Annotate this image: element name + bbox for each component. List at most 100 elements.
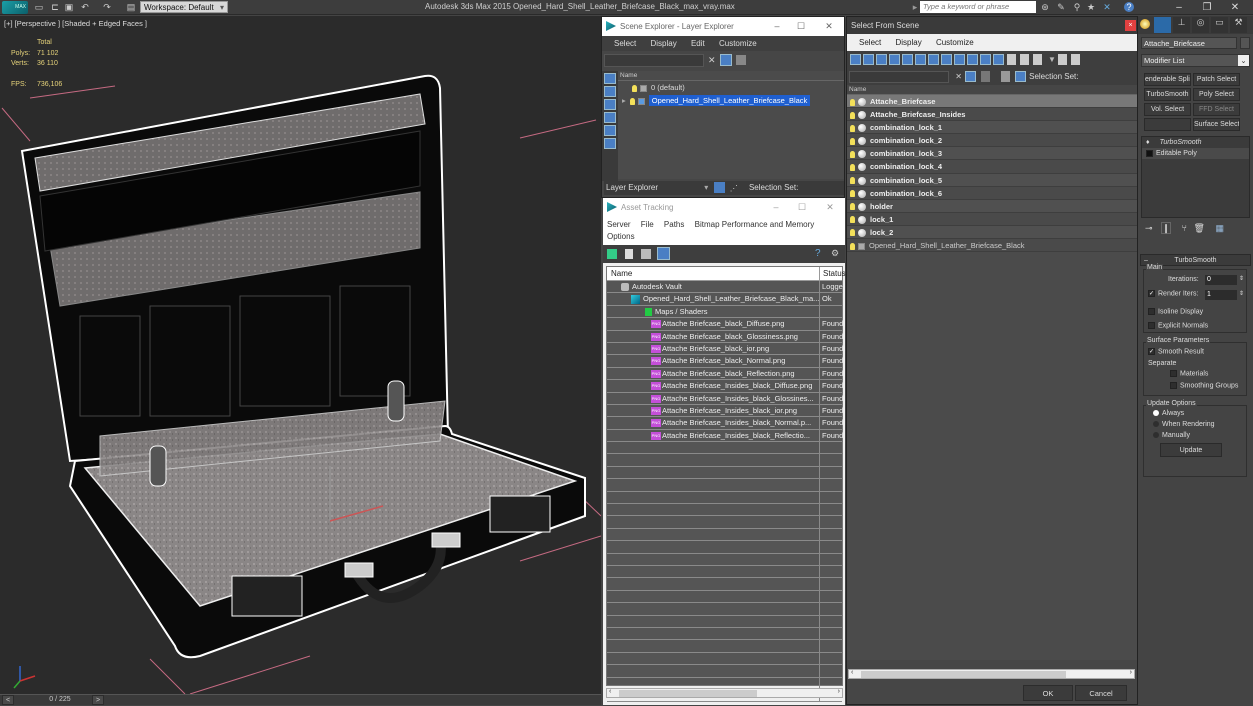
object-row[interactable]: combination_lock_2 bbox=[847, 134, 1137, 148]
prev-frame-button[interactable]: < bbox=[2, 695, 14, 705]
perspective-viewport[interactable]: [+] [Perspective ] [Shaded + Edged Faces… bbox=[0, 16, 601, 694]
redo-icon[interactable]: ↷ bbox=[102, 2, 112, 12]
pin-stack-icon[interactable]: ⊸ bbox=[1145, 223, 1153, 233]
modifier-button[interactable]: enderable Splir bbox=[1144, 73, 1191, 86]
frame-counter[interactable]: 0 / 225 bbox=[30, 695, 90, 705]
scroll-right-icon[interactable]: › bbox=[838, 688, 840, 695]
particles-filter-icon[interactable] bbox=[967, 54, 978, 65]
object-row[interactable]: combination_lock_3 bbox=[847, 147, 1137, 161]
options-icon[interactable]: ⚙ bbox=[831, 248, 839, 259]
binoculars-icon[interactable]: ⊛ bbox=[1040, 2, 1050, 12]
columns-icon[interactable] bbox=[1070, 54, 1080, 65]
modifier-button[interactable] bbox=[1144, 118, 1191, 131]
display-shapes-icon[interactable] bbox=[604, 86, 616, 97]
close-button[interactable]: ✕ bbox=[816, 17, 842, 36]
help-icon[interactable]: ? bbox=[1124, 2, 1134, 12]
menu-display[interactable]: Display bbox=[650, 39, 676, 48]
object-row[interactable]: lock_1 bbox=[847, 212, 1137, 226]
menu-customize[interactable]: Customize bbox=[936, 38, 974, 47]
create-tab-sun-icon[interactable] bbox=[1140, 19, 1150, 29]
next-frame-button[interactable]: > bbox=[92, 695, 104, 705]
find-case-icon[interactable] bbox=[965, 71, 977, 83]
find-input[interactable] bbox=[604, 54, 704, 67]
layer-row[interactable]: 0 (default) bbox=[618, 81, 844, 94]
expand-arrow-icon[interactable]: ▸ bbox=[622, 96, 626, 105]
exchange-icon[interactable]: ✕ bbox=[1102, 2, 1112, 12]
select-from-scene-titlebar[interactable]: Select From Scene × bbox=[847, 17, 1137, 34]
modifier-list-dropdown[interactable]: Modifier List ⌄ bbox=[1141, 54, 1250, 67]
visibility-bulb-icon[interactable] bbox=[629, 97, 635, 105]
menu-select[interactable]: Select bbox=[859, 38, 881, 47]
name-column-header[interactable]: Name bbox=[847, 85, 1137, 95]
asset-row[interactable]: PNG Attache Briefcase_black_ior.png Found bbox=[607, 342, 843, 356]
favorites-star-icon[interactable]: ★ bbox=[1086, 2, 1096, 12]
asset-row[interactable]: Opened_Hard_Shell_Leather_Briefcase_Blac… bbox=[607, 293, 842, 306]
sync-selection-icon[interactable] bbox=[1057, 54, 1067, 65]
stack-item[interactable]: ♦ TurboSmooth bbox=[1142, 137, 1249, 148]
help-icon[interactable]: ? bbox=[815, 248, 821, 259]
menu-options[interactable]: Options bbox=[607, 232, 635, 241]
scroll-left-icon[interactable]: ‹ bbox=[609, 688, 611, 695]
asset-row[interactable]: PNG Attache Briefcase_black_Normal.png Fou… bbox=[607, 355, 843, 368]
modifier-button[interactable]: Patch Select bbox=[1193, 73, 1240, 86]
menu-paths[interactable]: Paths bbox=[664, 220, 684, 229]
helpers-filter-icon[interactable] bbox=[902, 54, 913, 65]
object-row[interactable]: combination_lock_4 bbox=[847, 160, 1137, 174]
frozen-filter-icon[interactable] bbox=[993, 54, 1004, 65]
visibility-bulb-icon[interactable] bbox=[850, 150, 855, 158]
xrefs-filter-icon[interactable] bbox=[941, 54, 952, 65]
geometry-filter-icon[interactable] bbox=[850, 54, 861, 65]
make-unique-icon[interactable]: ⑂ bbox=[1182, 223, 1187, 233]
close-button[interactable]: × bbox=[1125, 20, 1136, 31]
display-cameras-icon[interactable] bbox=[604, 112, 616, 123]
hierarchy-tab-icon[interactable]: ⊥ bbox=[1173, 17, 1190, 33]
lights-filter-icon[interactable] bbox=[876, 54, 887, 65]
scrollbar-thumb[interactable] bbox=[861, 671, 1066, 678]
object-row[interactable]: combination_lock_1 bbox=[847, 121, 1137, 135]
maximize-button[interactable]: ☐ bbox=[789, 198, 815, 217]
stack-toggle-icon[interactable] bbox=[1146, 149, 1153, 157]
shapes-filter-icon[interactable] bbox=[863, 54, 874, 65]
menu-server[interactable]: Server bbox=[607, 220, 631, 229]
minimize-button[interactable]: – bbox=[1168, 0, 1190, 15]
materials-checkbox[interactable]: Materials bbox=[1170, 370, 1208, 377]
viewport-label-menu[interactable]: [+] [Perspective ] [Shaded + Edged Faces… bbox=[4, 19, 147, 28]
visibility-bulb-icon[interactable] bbox=[632, 84, 637, 92]
visibility-bulb-icon[interactable] bbox=[850, 137, 855, 145]
save-icon[interactable]: ▣ bbox=[64, 2, 74, 12]
render-iters-checkbox[interactable]: ✓ Render Iters: bbox=[1148, 290, 1198, 297]
update-when-rendering-radio[interactable]: When Rendering bbox=[1153, 421, 1215, 428]
find-input[interactable] bbox=[849, 70, 949, 83]
visibility-bulb-icon[interactable] bbox=[850, 216, 855, 224]
minimize-button[interactable]: – bbox=[764, 17, 790, 36]
modifier-button[interactable]: FFD Select bbox=[1193, 103, 1240, 116]
smoothing-groups-checkbox[interactable]: Smoothing Groups bbox=[1170, 382, 1238, 389]
modifier-button[interactable]: Surface Select bbox=[1193, 118, 1240, 131]
utilities-tab-hammer-icon[interactable]: ⚒ bbox=[1230, 17, 1247, 33]
object-row[interactable]: Opened_Hard_Shell_Leather_Briefcase_Blac… bbox=[847, 239, 1137, 253]
cancel-button[interactable]: Cancel bbox=[1075, 685, 1127, 701]
search-expand-icon[interactable]: ▸ bbox=[910, 2, 920, 12]
spinner-arrows-icon[interactable]: ⇕ bbox=[1239, 275, 1244, 282]
display-tab-icon[interactable]: ▭ bbox=[1211, 17, 1228, 33]
keyword-search-input[interactable]: Type a keyword or phrase bbox=[920, 1, 1036, 13]
visibility-bulb-icon[interactable] bbox=[850, 177, 855, 185]
bones-filter-icon[interactable] bbox=[954, 54, 965, 65]
asset-row[interactable]: Autodesk Vault Logged bbox=[607, 281, 845, 294]
horizontal-scrollbar[interactable]: ‹ › bbox=[848, 669, 1135, 679]
spinner-arrows-icon[interactable]: ⇕ bbox=[1239, 290, 1244, 297]
new-file-icon[interactable]: ▭ bbox=[34, 2, 44, 12]
explicit-normals-checkbox[interactable]: Explicit Normals bbox=[1148, 322, 1208, 329]
close-button[interactable]: ✕ bbox=[1224, 0, 1246, 15]
table-view-icon[interactable] bbox=[657, 247, 670, 260]
menu-customize[interactable]: Customize bbox=[719, 39, 757, 48]
modifier-button[interactable]: Poly Select bbox=[1193, 88, 1240, 101]
menu-bitmap-performance[interactable]: Bitmap Performance and Memory bbox=[695, 220, 815, 229]
scroll-right-icon[interactable]: › bbox=[1130, 669, 1132, 676]
display-geometry-icon[interactable] bbox=[604, 73, 616, 84]
asset-row[interactable]: PNG Attache Briefcase_Insides_black_Gloss… bbox=[607, 392, 843, 405]
status-column-header[interactable]: Status bbox=[819, 267, 846, 281]
layer-row[interactable]: ▸ Opened_Hard_Shell_Leather_Briefcase_Bla… bbox=[618, 94, 844, 107]
visibility-bulb-icon[interactable] bbox=[850, 190, 855, 198]
display-spacewarps-icon[interactable] bbox=[604, 138, 616, 149]
